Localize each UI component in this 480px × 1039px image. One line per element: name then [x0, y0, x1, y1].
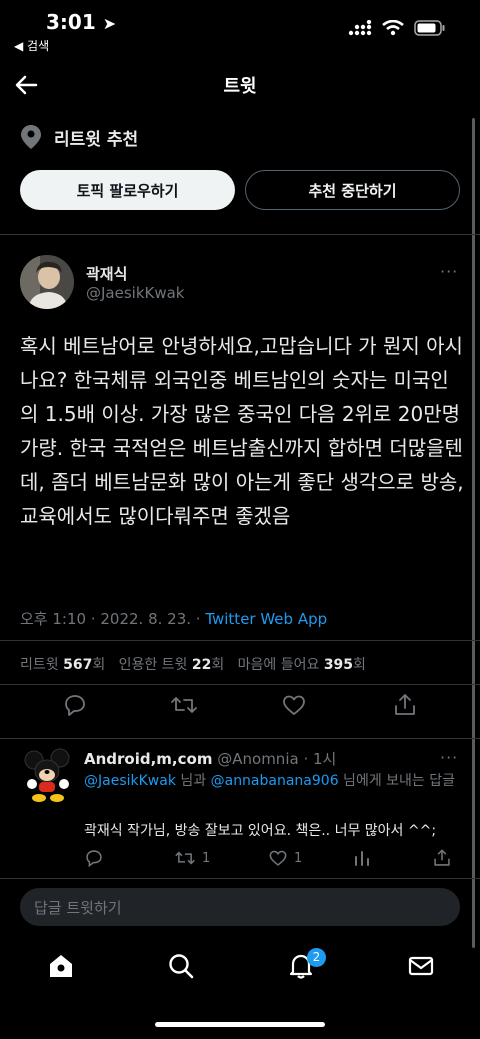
- topic-pin-icon: [21, 125, 41, 149]
- reply-like-icon[interactable]: 1: [268, 848, 302, 868]
- tweet-text: 혹시 베트남어로 안녕하세요,고맙습니다 가 뭔지 아시나요? 한국체류 외국인…: [20, 334, 464, 528]
- reply-retweet-count: 1: [202, 850, 211, 866]
- retweet-stat[interactable]: 리트윗 567회: [20, 657, 105, 673]
- author-name[interactable]: 곽재식: [86, 263, 127, 284]
- reply-stats-icon[interactable]: [352, 848, 372, 868]
- status-time: 3:01 ➤: [46, 10, 117, 34]
- reply-author-name[interactable]: Android,m,com: [84, 750, 212, 768]
- reply-author-avatar[interactable]: [22, 748, 74, 804]
- author-handle[interactable]: @JaesikKwak: [86, 284, 185, 302]
- reply-input[interactable]: 답글 트윗하기: [20, 888, 460, 926]
- reply-more-options-icon[interactable]: ···: [440, 748, 458, 767]
- messages-mail-icon[interactable]: [407, 952, 435, 980]
- back-to-app-link[interactable]: ◀ 검색: [14, 37, 49, 54]
- replying-to: @JaesikKwak 님과 @annabanana906 님에게 보내는 답글: [84, 773, 455, 789]
- wifi-icon: [382, 20, 404, 36]
- like-heart-icon[interactable]: [281, 692, 307, 718]
- reply-actions: 1 1: [84, 848, 460, 872]
- share-icon[interactable]: [392, 692, 418, 718]
- status-icons: [348, 20, 446, 36]
- author-avatar[interactable]: [20, 255, 74, 309]
- divider: [0, 640, 480, 641]
- tweet-source-link[interactable]: Twitter Web App: [205, 610, 327, 628]
- reply-time: · 1시: [303, 750, 337, 768]
- notification-badge: 2: [307, 948, 326, 967]
- divider: [0, 234, 480, 235]
- home-icon[interactable]: [47, 952, 75, 980]
- cellular-signal-icon: [348, 20, 372, 36]
- tweet-stats: 리트윗 567회 인용한 트윗 22회 마음에 들어요 395회: [20, 654, 366, 674]
- tweet-timestamp: 오후 1:10 · 2022. 8. 23. ·: [20, 610, 206, 628]
- retweet-recommendation: 리트윗 추천: [20, 124, 138, 150]
- reply-retweet-icon[interactable]: 1: [174, 848, 210, 868]
- reply-like-count: 1: [294, 850, 303, 866]
- like-stat[interactable]: 마음에 들어요 395회: [238, 657, 366, 673]
- battery-icon: [414, 20, 445, 36]
- reply-share-icon[interactable]: [432, 848, 452, 868]
- retweet-icon[interactable]: [170, 692, 198, 718]
- scrollbar[interactable]: [472, 118, 475, 948]
- tweet-actions: [0, 692, 480, 732]
- search-icon[interactable]: [167, 952, 195, 980]
- reply-header: Android,m,com @Anomnia · 1시: [84, 748, 336, 769]
- mention-link[interactable]: @annabanana906: [211, 773, 339, 789]
- recommendation-label: 리트윗 추천: [54, 129, 139, 150]
- stop-recommendation-button[interactable]: 추천 중단하기: [245, 170, 460, 210]
- reply-author-handle[interactable]: @Anomnia: [217, 750, 298, 768]
- tweet-meta: 오후 1:10 · 2022. 8. 23. · Twitter Web App: [20, 608, 327, 629]
- divider: [0, 878, 480, 879]
- reply-text: 곽재식 작가님, 방송 잘보고 있어요. 책은.. 너무 많아서 ^^;: [84, 823, 437, 839]
- reply-reply-icon[interactable]: [84, 848, 104, 868]
- divider: [0, 738, 480, 739]
- quote-stat[interactable]: 인용한 트윗 22회: [119, 657, 225, 673]
- page-title: 트윗: [223, 76, 257, 97]
- home-indicator[interactable]: [155, 1022, 325, 1027]
- follow-topic-button[interactable]: 토픽 팔로우하기: [20, 170, 235, 210]
- mention-link[interactable]: @JaesikKwak: [84, 773, 176, 789]
- divider: [0, 684, 480, 685]
- more-options-icon[interactable]: ···: [440, 262, 458, 281]
- reply-icon[interactable]: [62, 692, 88, 718]
